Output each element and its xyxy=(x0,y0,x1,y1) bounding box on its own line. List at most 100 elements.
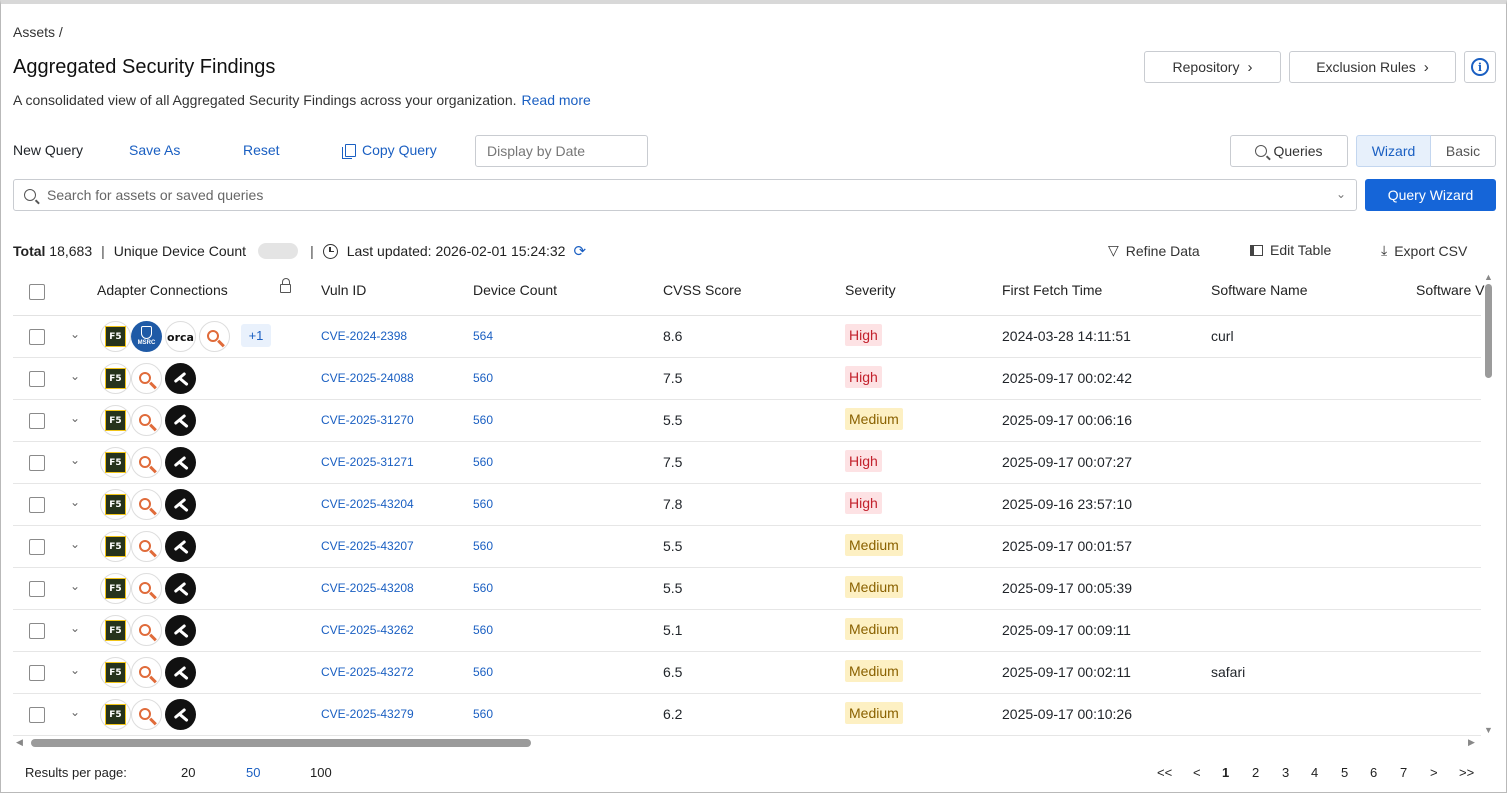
export-csv-button[interactable]: ⤓ Export CSV xyxy=(1381,242,1467,259)
scroll-up-icon[interactable]: ▲ xyxy=(1484,272,1493,282)
page-number[interactable]: 5 xyxy=(1341,765,1348,780)
page-nav-button[interactable]: > xyxy=(1430,765,1438,780)
chevron-down-icon[interactable]: ⌄ xyxy=(70,327,80,341)
table-row[interactable]: ⌄ F5 CVE-2025-43208 560 5.5 Medium 2025-09-17 … xyxy=(13,568,1481,610)
chevron-down-icon[interactable]: ⌄ xyxy=(70,621,80,635)
repository-button[interactable]: Repository › xyxy=(1144,51,1281,83)
vuln-id-link[interactable]: CVE-2025-31271 xyxy=(321,455,414,469)
scroll-left-icon[interactable]: ◀ xyxy=(16,737,23,748)
unique-device-count-toggle[interactable] xyxy=(258,243,299,259)
vuln-id-link[interactable]: CVE-2025-43279 xyxy=(321,707,414,721)
vuln-id-link[interactable]: CVE-2025-31270 xyxy=(321,413,414,427)
vuln-id-link[interactable]: CVE-2024-2398 xyxy=(321,329,407,343)
row-checkbox[interactable] xyxy=(29,455,45,471)
scroll-right-icon[interactable]: ▶ xyxy=(1468,737,1475,748)
vuln-id-link[interactable]: CVE-2025-24088 xyxy=(321,371,414,385)
edit-table-button[interactable]: Edit Table xyxy=(1250,242,1331,258)
more-adapters-badge[interactable]: +1 xyxy=(241,324,271,347)
table-row[interactable]: ⌄ F5 CVE-2025-43279 560 6.2 Medium 2025-09-17 … xyxy=(13,694,1481,736)
horizontal-scrollbar[interactable] xyxy=(31,739,531,747)
select-all-checkbox[interactable] xyxy=(29,284,45,300)
vuln-id-link[interactable]: CVE-2025-43272 xyxy=(321,665,414,679)
page-number[interactable]: 4 xyxy=(1311,765,1318,780)
table-row[interactable]: ⌄ F5 CVE-2025-43207 560 5.5 Medium 2025-09-17 … xyxy=(13,526,1481,568)
device-count-link[interactable]: 560 xyxy=(473,539,493,553)
device-count-link[interactable]: 560 xyxy=(473,581,493,595)
device-count-link[interactable]: 560 xyxy=(473,455,493,469)
refine-data-button[interactable]: ▽ Refine Data xyxy=(1108,242,1200,259)
row-checkbox[interactable] xyxy=(29,497,45,513)
chevron-down-icon[interactable]: ⌄ xyxy=(70,705,80,719)
device-count-link[interactable]: 560 xyxy=(473,707,493,721)
page-number[interactable]: 2 xyxy=(1252,765,1259,780)
reset-button[interactable]: Reset xyxy=(243,142,280,158)
row-checkbox[interactable] xyxy=(29,329,45,345)
row-checkbox[interactable] xyxy=(29,707,45,723)
table-row[interactable]: ⌄ F5 CVE-2025-31271 560 7.5 High 2025-09-17 00… xyxy=(13,442,1481,484)
device-count-link[interactable]: 560 xyxy=(473,497,493,511)
column-severity[interactable]: Severity xyxy=(845,282,896,298)
basic-tab[interactable]: Basic xyxy=(1431,135,1496,167)
table-row[interactable]: ⌄ F5 CVE-2025-43272 560 6.5 Medium 2025-09-17 … xyxy=(13,652,1481,694)
page-number[interactable]: 1 xyxy=(1222,765,1229,780)
per-page-option[interactable]: 20 xyxy=(181,765,195,780)
chevron-down-icon[interactable]: ⌄ xyxy=(70,369,80,383)
copy-query-button[interactable]: Copy Query xyxy=(342,142,437,159)
chevron-down-icon[interactable]: ⌄ xyxy=(1336,187,1346,201)
lock-icon[interactable] xyxy=(280,278,291,293)
wizard-tab[interactable]: Wizard xyxy=(1356,135,1431,167)
vuln-id-link[interactable]: CVE-2025-43208 xyxy=(321,581,414,595)
page-number[interactable]: 7 xyxy=(1400,765,1407,780)
table-row[interactable]: ⌄ F5 CVE-2025-43262 560 5.1 Medium 2025-09-17 … xyxy=(13,610,1481,652)
row-checkbox[interactable] xyxy=(29,539,45,555)
row-checkbox[interactable] xyxy=(29,623,45,639)
table-row[interactable]: ⌄ F5 MSRC orca +1 CVE-2024-2398 564 8.6 High 2024… xyxy=(13,316,1481,358)
column-device-count[interactable]: Device Count xyxy=(473,282,557,298)
per-page-option[interactable]: 50 xyxy=(246,765,260,780)
column-cvss-score[interactable]: CVSS Score xyxy=(663,282,742,298)
chevron-down-icon[interactable]: ⌄ xyxy=(70,579,80,593)
device-count-link[interactable]: 560 xyxy=(473,413,493,427)
device-count-link[interactable]: 560 xyxy=(473,623,493,637)
column-first-fetch-time[interactable]: First Fetch Time xyxy=(1002,282,1102,298)
search-bar[interactable]: Search for assets or saved queries ⌄ xyxy=(13,179,1357,211)
vuln-id-link[interactable]: CVE-2025-43262 xyxy=(321,623,414,637)
refresh-icon[interactable]: ⟳ xyxy=(573,242,586,260)
column-software-version[interactable]: Software V xyxy=(1416,282,1484,298)
scroll-down-icon[interactable]: ▼ xyxy=(1484,725,1493,735)
per-page-option[interactable]: 100 xyxy=(310,765,332,780)
chevron-down-icon[interactable]: ⌄ xyxy=(70,453,80,467)
page-number[interactable]: 3 xyxy=(1282,765,1289,780)
row-checkbox[interactable] xyxy=(29,581,45,597)
query-wizard-button[interactable]: Query Wizard xyxy=(1365,179,1496,211)
column-software-name[interactable]: Software Name xyxy=(1211,282,1307,298)
breadcrumb[interactable]: Assets / xyxy=(13,24,63,40)
save-as-button[interactable]: Save As xyxy=(129,142,180,158)
page-nav-button[interactable]: < xyxy=(1193,765,1201,780)
chevron-down-icon[interactable]: ⌄ xyxy=(70,495,80,509)
chevron-down-icon[interactable]: ⌄ xyxy=(70,663,80,677)
column-adapter-connections[interactable]: Adapter Connections xyxy=(97,282,228,298)
row-checkbox[interactable] xyxy=(29,665,45,681)
page-nav-button[interactable]: << xyxy=(1157,765,1172,780)
row-checkbox[interactable] xyxy=(29,371,45,387)
exclusion-rules-button[interactable]: Exclusion Rules › xyxy=(1289,51,1456,83)
display-by-date-input[interactable]: Display by Date xyxy=(475,135,648,167)
column-vuln-id[interactable]: Vuln ID xyxy=(321,282,366,298)
device-count-link[interactable]: 564 xyxy=(473,329,493,343)
queries-button[interactable]: Queries xyxy=(1230,135,1348,167)
chevron-down-icon[interactable]: ⌄ xyxy=(70,537,80,551)
page-number[interactable]: 6 xyxy=(1370,765,1377,780)
chevron-down-icon[interactable]: ⌄ xyxy=(70,411,80,425)
search-input[interactable]: Search for assets or saved queries xyxy=(47,187,263,203)
read-more-link[interactable]: Read more xyxy=(522,92,591,108)
device-count-link[interactable]: 560 xyxy=(473,665,493,679)
row-checkbox[interactable] xyxy=(29,413,45,429)
device-count-link[interactable]: 560 xyxy=(473,371,493,385)
vuln-id-link[interactable]: CVE-2025-43207 xyxy=(321,539,414,553)
info-button[interactable]: i xyxy=(1464,51,1496,83)
table-row[interactable]: ⌄ F5 CVE-2025-24088 560 7.5 High 2025-09-17 00… xyxy=(13,358,1481,400)
vuln-id-link[interactable]: CVE-2025-43204 xyxy=(321,497,414,511)
table-row[interactable]: ⌄ F5 CVE-2025-43204 560 7.8 High 2025-09-16 23… xyxy=(13,484,1481,526)
page-nav-button[interactable]: >> xyxy=(1459,765,1474,780)
